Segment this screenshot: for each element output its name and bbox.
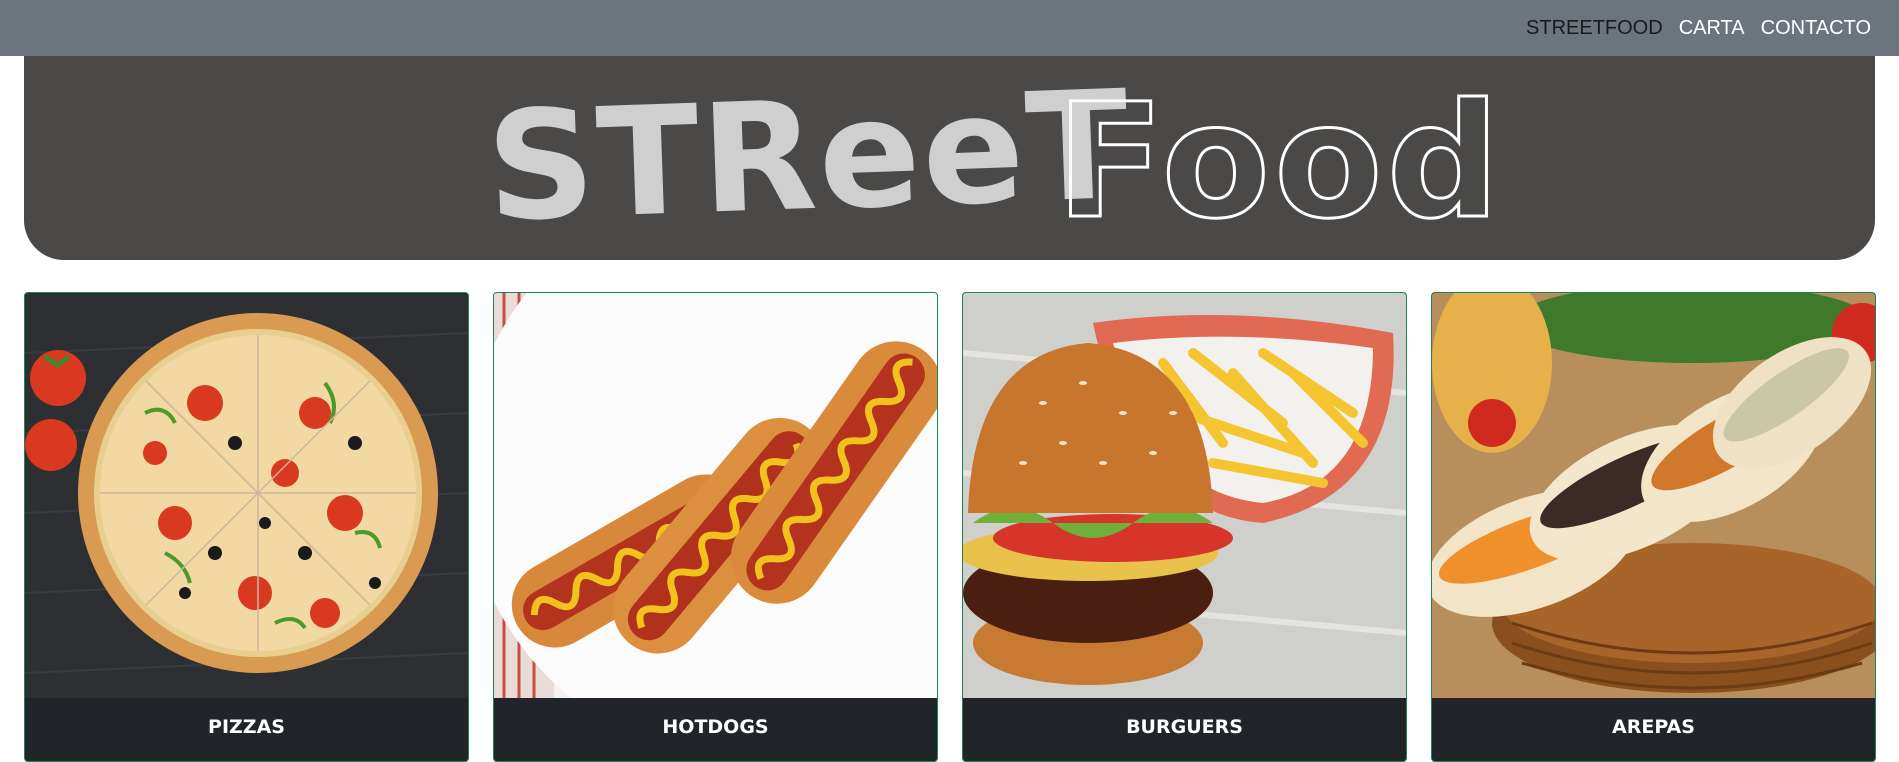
card-title-hotdogs: HOTDOGS [494, 698, 937, 761]
card-title-burguers: BURGUERS [963, 698, 1406, 761]
menu-cards: PIZZAS HOTDOGS BURGUERS AREPAS [24, 292, 1876, 762]
card-arepas[interactable]: AREPAS [1431, 292, 1876, 762]
logo-text-street: STReeT [484, 59, 1133, 255]
hotdogs-image [494, 293, 937, 698]
card-pizzas[interactable]: PIZZAS [24, 292, 469, 762]
nav-link-streetfood[interactable]: STREETFOOD [1526, 17, 1663, 40]
top-navbar: STREETFOOD CARTA CONTACTO [0, 0, 1899, 56]
street-food-logo: STReeT Food [484, 59, 1504, 256]
logo-text-food: Food [1056, 70, 1504, 254]
arepas-image [1432, 293, 1875, 698]
card-hotdogs[interactable]: HOTDOGS [493, 292, 938, 762]
hero-banner: STReeT Food [24, 56, 1875, 260]
burger-image [963, 293, 1406, 698]
nav-link-contacto[interactable]: CONTACTO [1761, 17, 1871, 40]
card-title-arepas: AREPAS [1432, 698, 1875, 761]
card-burguers[interactable]: BURGUERS [962, 292, 1407, 762]
nav-link-carta[interactable]: CARTA [1679, 17, 1745, 40]
card-title-pizzas: PIZZAS [25, 698, 468, 761]
pizza-image [25, 293, 468, 698]
